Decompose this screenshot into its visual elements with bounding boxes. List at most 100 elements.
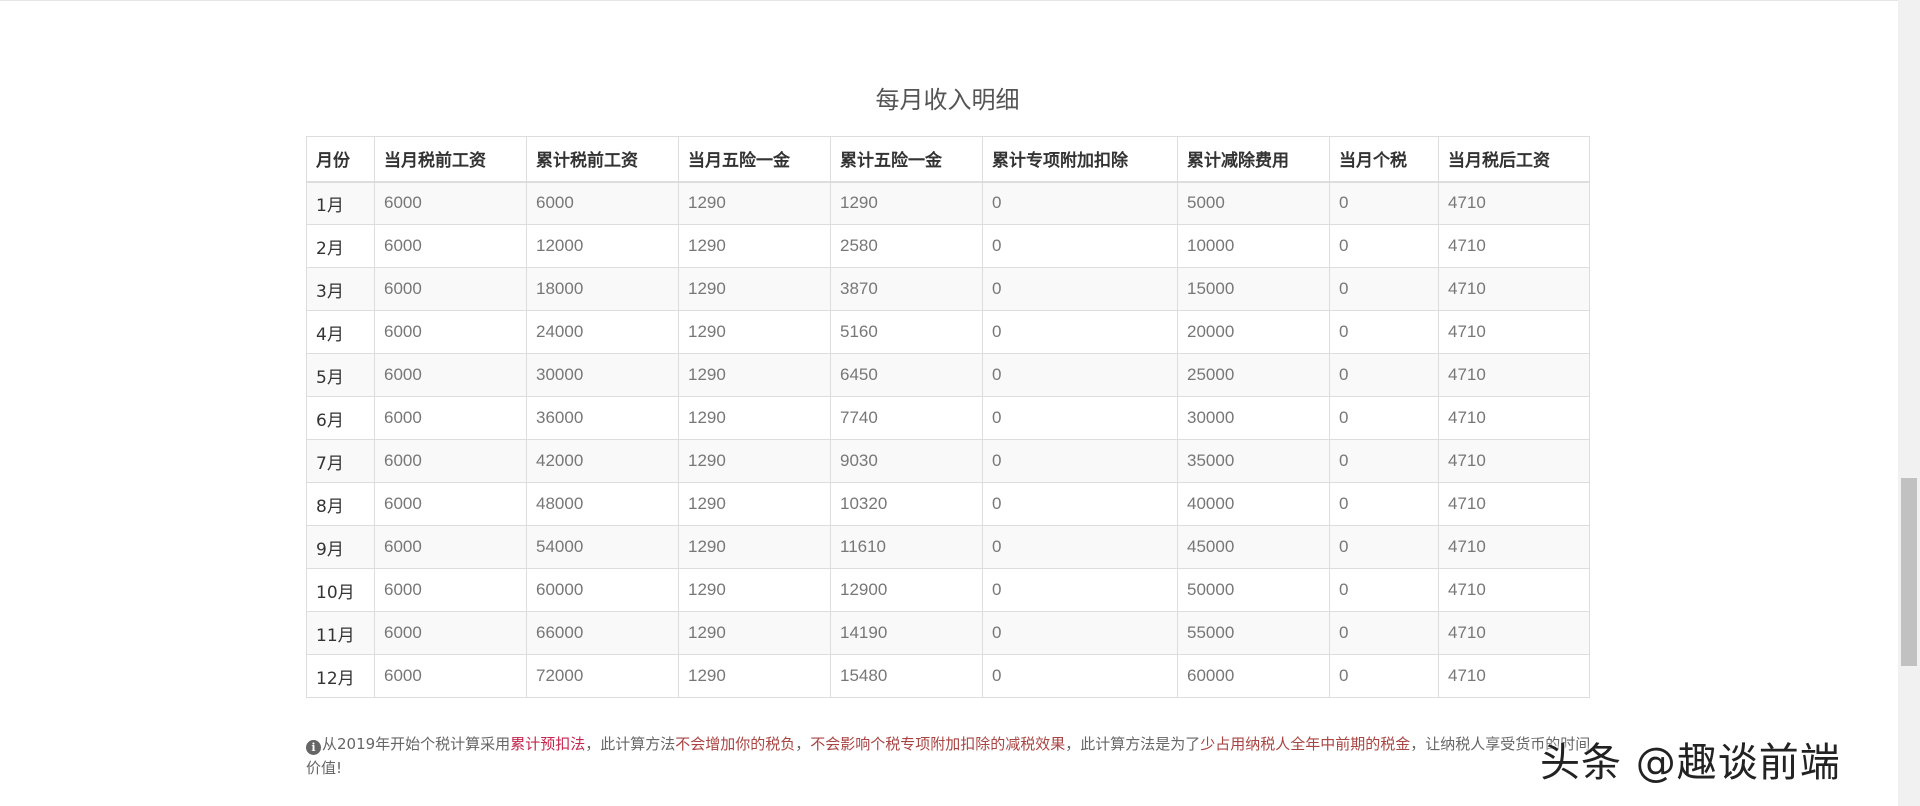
table-cell: 0 [982,611,1178,655]
month-cell: 4月 [306,310,375,354]
table-header-row: 月份 当月税前工资 累计税前工资 当月五险一金 累计五险一金 累计专项附加扣除 累计减除费用… [306,136,1590,183]
table-cell: 42000 [526,439,679,483]
column-header: 累计专项附加扣除 [982,136,1178,183]
table-cell: 0 [1329,396,1439,440]
month-cell: 11月 [306,611,375,655]
table-cell: 0 [982,654,1178,698]
table-cell: 4710 [1438,525,1590,569]
table-cell: 6000 [374,568,527,612]
table-cell: 0 [1329,353,1439,397]
info-circle-icon: i [306,740,321,755]
table-cell: 4710 [1438,181,1590,225]
vertical-scrollbar[interactable] [1898,0,1920,806]
table-cell: 12900 [830,568,983,612]
table-cell: 4710 [1438,439,1590,483]
table-cell: 72000 [526,654,679,698]
table-cell: 1290 [678,267,831,311]
table-cell: 3870 [830,267,983,311]
table-cell: 4710 [1438,267,1590,311]
table-cell: 1290 [678,310,831,354]
note-highlight-2: 不会影响个税专项附加扣除的减税效果 [810,735,1066,753]
scrollbar-thumb[interactable] [1901,478,1917,666]
table-cell: 36000 [526,396,679,440]
table-row: 1月 6000 6000 1290 1290 0 5000 0 4710 [306,181,1590,225]
table-cell: 4710 [1438,353,1590,397]
table-cell: 0 [1329,611,1439,655]
note-text-1: 从2019年开始个税计算采用 [322,735,511,753]
note-text-2: ，此计算方法 [585,735,676,753]
table-cell: 6000 [526,181,679,225]
table-cell: 1290 [678,353,831,397]
table-cell: 0 [982,525,1178,569]
table-cell: 1290 [678,439,831,483]
table-cell: 60000 [1177,654,1330,698]
table-cell: 0 [1329,568,1439,612]
table-cell: 6000 [374,181,527,225]
table-cell: 1290 [830,181,983,225]
table-cell: 24000 [526,310,679,354]
table-cell: 6000 [374,525,527,569]
table-cell: 50000 [1177,568,1330,612]
month-cell: 12月 [306,654,375,698]
table-row: 2月 6000 12000 1290 2580 0 10000 0 4710 [306,224,1590,268]
table-cell: 0 [1329,525,1439,569]
table-cell: 30000 [1177,396,1330,440]
table-cell: 6000 [374,396,527,440]
column-header: 当月五险一金 [678,136,831,183]
table-cell: 10000 [1177,224,1330,268]
month-cell: 1月 [306,181,375,225]
column-header: 当月个税 [1329,136,1439,183]
table-cell: 0 [1329,654,1439,698]
table-cell: 35000 [1177,439,1330,483]
table-cell: 18000 [526,267,679,311]
month-cell: 5月 [306,353,375,397]
table-cell: 30000 [526,353,679,397]
column-header: 累计五险一金 [830,136,983,183]
column-header: 当月税前工资 [374,136,527,183]
table-cell: 5160 [830,310,983,354]
table-row: 3月 6000 18000 1290 3870 0 15000 0 4710 [306,267,1590,311]
table-cell: 5000 [1177,181,1330,225]
table-cell: 7740 [830,396,983,440]
table-row: 7月 6000 42000 1290 9030 0 35000 0 4710 [306,439,1590,483]
table-cell: 0 [1329,181,1439,225]
month-cell: 9月 [306,525,375,569]
column-header: 当月税后工资 [1438,136,1590,183]
table-cell: 6000 [374,353,527,397]
watermark: 头条 @趣谈前端 [1540,740,1841,786]
table-cell: 6000 [374,611,527,655]
table-cell: 4710 [1438,568,1590,612]
table-cell: 6000 [374,439,527,483]
table-cell: 2580 [830,224,983,268]
cumulative-withholding-link[interactable]: 累计预扣法 [510,735,585,753]
month-cell: 10月 [306,568,375,612]
table-cell: 1290 [678,568,831,612]
table-cell: 0 [982,181,1178,225]
table-cell: 15000 [1177,267,1330,311]
month-cell: 2月 [306,224,375,268]
tax-method-note: i 从2019年开始个税计算采用累计预扣法，此计算方法不会增加你的税负，不会影响个… [306,732,1596,780]
table-cell: 6000 [374,654,527,698]
table-cell: 12000 [526,224,679,268]
table-cell: 1290 [678,525,831,569]
table-cell: 6000 [374,482,527,526]
page: 每月收入明细 月份 当月税前工资 累计税前工资 当月五险一金 累计五险一金 累计专项附加扣… [0,0,1920,806]
table-cell: 0 [1329,310,1439,354]
monthly-income-table-wrapper: 月份 当月税前工资 累计税前工资 当月五险一金 累计五险一金 累计专项附加扣除 累计减除费用… [306,136,1590,698]
table-row: 9月 6000 54000 1290 11610 0 45000 0 4710 [306,525,1590,569]
table-cell: 0 [1329,439,1439,483]
table-cell: 45000 [1177,525,1330,569]
table-cell: 11610 [830,525,983,569]
table-cell: 4710 [1438,482,1590,526]
monthly-income-table: 月份 当月税前工资 累计税前工资 当月五险一金 累计五险一金 累计专项附加扣除 累计减除费用… [306,136,1590,698]
table-cell: 10320 [830,482,983,526]
table-cell: 15480 [830,654,983,698]
table-body: 1月 6000 6000 1290 1290 0 5000 0 4710 2月 6000 12000 1… [306,181,1590,698]
table-cell: 0 [982,353,1178,397]
table-cell: 6000 [374,267,527,311]
table-cell: 0 [982,396,1178,440]
table-cell: 54000 [526,525,679,569]
table-cell: 4710 [1438,654,1590,698]
table-cell: 1290 [678,482,831,526]
table-row: 11月 6000 66000 1290 14190 0 55000 0 4710 [306,611,1590,655]
